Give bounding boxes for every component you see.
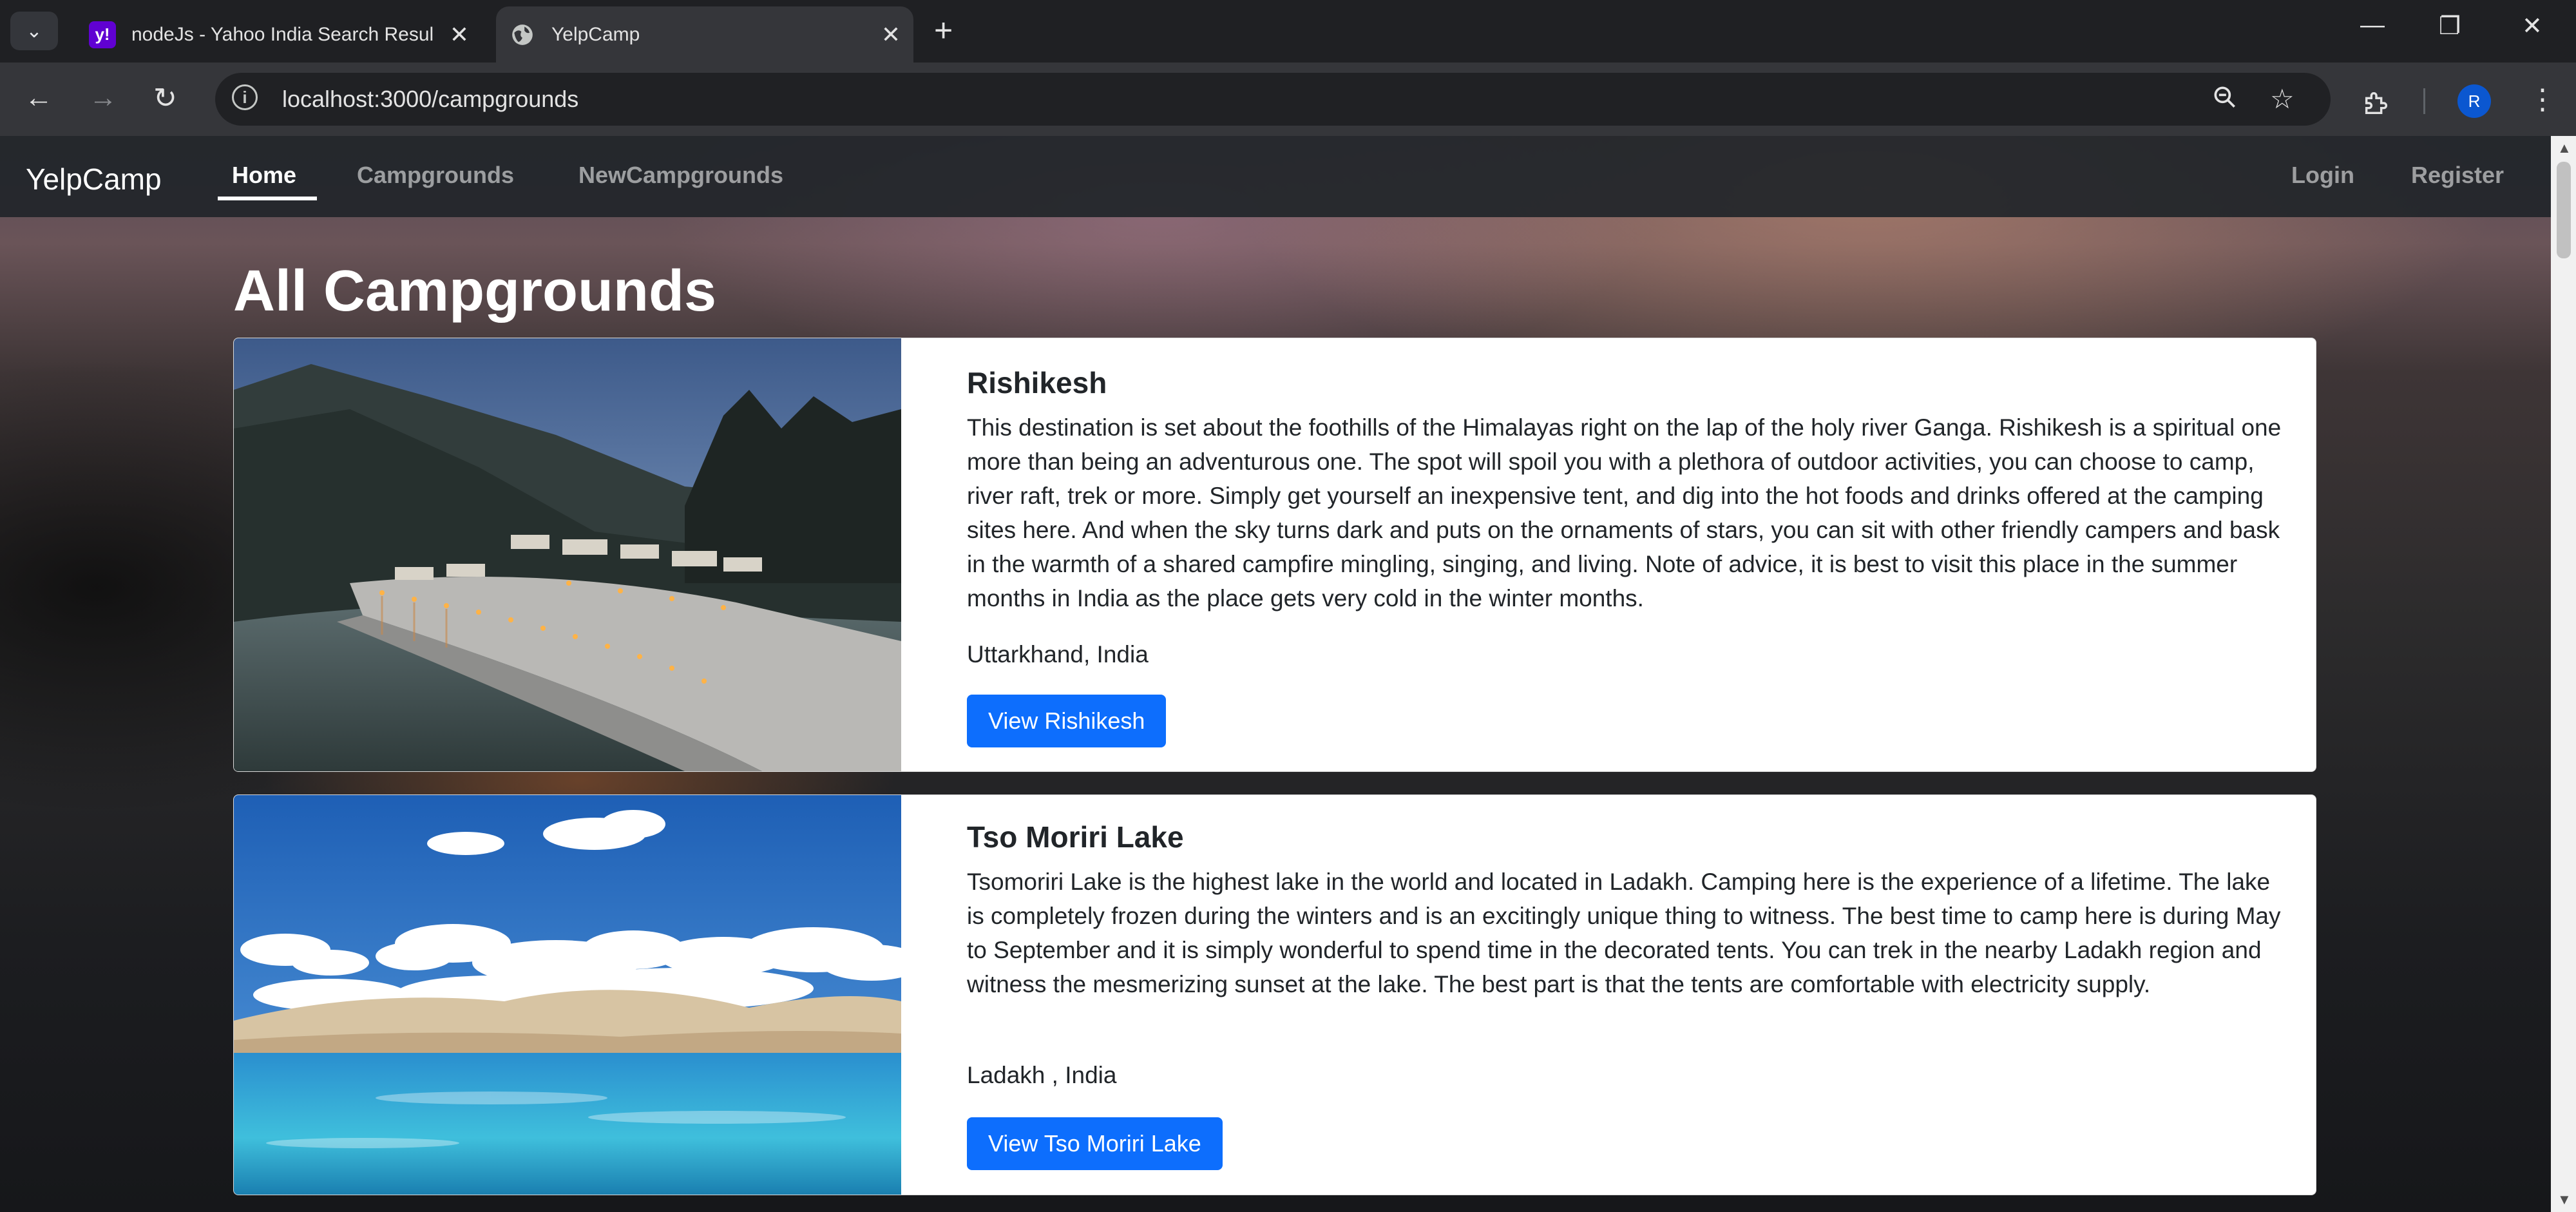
close-window-icon[interactable]: ✕ — [2522, 12, 2543, 41]
reload-icon[interactable]: ↻ — [153, 82, 177, 115]
profile-avatar[interactable]: R — [2457, 84, 2491, 118]
browser-tab-bar: ⌄ y! nodeJs - Yahoo India Search Resul ✕… — [0, 0, 2576, 63]
extensions-icon-svg — [2365, 91, 2388, 115]
minimize-icon[interactable]: — — [2360, 12, 2385, 39]
card-body: Rishikesh This destination is set about … — [967, 338, 2285, 747]
zoom-icon[interactable] — [2211, 83, 2239, 118]
bookmark-star-icon[interactable]: ☆ — [2270, 83, 2295, 115]
card-location: Ladakh , India — [967, 1062, 1117, 1088]
extensions-icon[interactable] — [2361, 88, 2391, 125]
browser-toolbar: ← → ↻ i localhost:3000/campgrounds ☆ R ⋮ — [0, 63, 2576, 136]
site-navbar: YelpCamp Home Campgrounds NewCampgrounds… — [0, 136, 2551, 217]
nav-register[interactable]: Register — [2411, 162, 2504, 189]
campground-card: Tso Moriri Lake Tsomoriri Lake is the hi… — [233, 794, 2316, 1195]
menu-kebab-icon[interactable]: ⋮ — [2528, 83, 2557, 116]
card-title: Rishikesh — [967, 366, 1107, 399]
back-arrow-icon[interactable]: ← — [24, 82, 53, 114]
page-scrollbar[interactable]: ▲ ▼ — [2551, 136, 2576, 1212]
view-campground-button[interactable]: View Rishikesh — [967, 695, 1167, 747]
tab-search-button[interactable]: ⌄ — [10, 12, 58, 50]
zoom-icon-svg — [2214, 86, 2235, 108]
card-description: This destination is set about the foothi… — [967, 414, 2282, 611]
tab-title: nodeJs - Yahoo India Search Resul — [131, 23, 434, 45]
page-title: All Campgrounds — [233, 259, 717, 323]
scroll-up-arrow-icon[interactable]: ▲ — [2557, 140, 2571, 157]
card-body: Tso Moriri Lake Tsomoriri Lake is the hi… — [967, 795, 2285, 1170]
scroll-down-arrow-icon[interactable]: ▼ — [2557, 1191, 2571, 1208]
site-brand[interactable]: YelpCamp — [26, 162, 162, 197]
restore-icon[interactable]: ❐ — [2439, 12, 2461, 41]
globe-icon-svg — [512, 24, 533, 45]
card-location: Uttarkhand, India — [967, 641, 1149, 668]
yahoo-icon: y! — [89, 21, 116, 48]
close-tab-icon[interactable]: ✕ — [881, 21, 901, 48]
chevron-down-icon: ⌄ — [26, 20, 43, 42]
nav-home[interactable]: Home — [232, 162, 296, 189]
view-campground-button[interactable]: View Tso Moriri Lake — [967, 1117, 1223, 1170]
campground-image-tso-moriri — [234, 795, 901, 1195]
browser-tab-yahoo[interactable]: y! nodeJs - Yahoo India Search Resul ✕ — [76, 6, 482, 63]
browser-tab-yelpcamp[interactable]: YelpCamp ✕ — [496, 6, 913, 63]
nav-new-campgrounds[interactable]: NewCampgrounds — [578, 162, 783, 189]
page-viewport: YelpCamp Home Campgrounds NewCampgrounds… — [0, 136, 2551, 1212]
tab-title: YelpCamp — [551, 23, 640, 45]
globe-icon — [509, 21, 536, 48]
new-tab-icon[interactable]: + — [934, 12, 953, 49]
forward-arrow-icon[interactable]: → — [89, 82, 117, 114]
card-title: Tso Moriri Lake — [967, 820, 1184, 854]
close-tab-icon[interactable]: ✕ — [450, 21, 469, 48]
campground-card: Rishikesh This destination is set about … — [233, 338, 2316, 772]
site-info-icon[interactable]: i — [232, 84, 258, 110]
nav-campgrounds[interactable]: Campgrounds — [357, 162, 514, 189]
address-bar[interactable]: i localhost:3000/campgrounds ☆ — [215, 73, 2331, 126]
active-nav-underline — [218, 197, 317, 200]
url-text[interactable]: localhost:3000/campgrounds — [282, 86, 578, 113]
scrollbar-thumb[interactable] — [2557, 162, 2571, 258]
nav-login[interactable]: Login — [2291, 162, 2354, 189]
card-description: Tsomoriri Lake is the highest lake in th… — [967, 869, 2281, 997]
campground-image-rishikesh — [234, 338, 901, 771]
toolbar-divider — [2423, 88, 2425, 114]
